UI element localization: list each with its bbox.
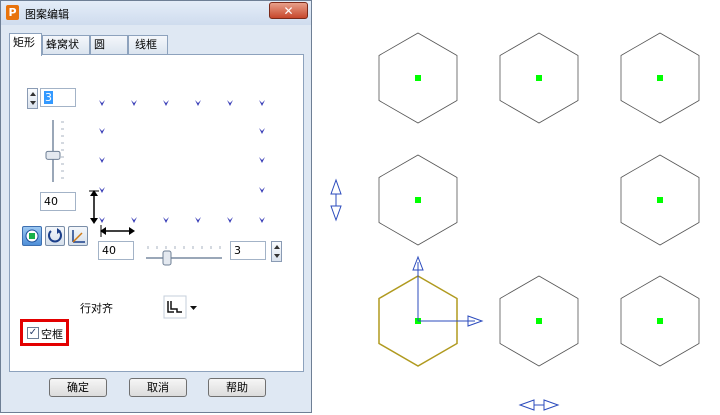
- hexagon-center-point[interactable]: [536, 318, 542, 324]
- pattern-marker: [99, 100, 105, 106]
- align-bottom-icon: [163, 295, 197, 319]
- rows-input[interactable]: 3: [40, 88, 76, 107]
- cancel-button[interactable]: 取消: [129, 378, 187, 397]
- mode-axes-button[interactable]: [68, 226, 88, 246]
- horizontal-double-arrow-icon: [100, 225, 135, 237]
- horizontal-resize-handle[interactable]: [518, 399, 560, 411]
- tab-circle[interactable]: 圆: [90, 35, 128, 54]
- rows-spinner[interactable]: [27, 88, 38, 109]
- mode-rotate-button[interactable]: [45, 226, 65, 246]
- title-bar[interactable]: P 图案编辑 ✕: [1, 1, 311, 25]
- pattern-marker: [99, 217, 105, 223]
- pattern-marker: [195, 100, 201, 106]
- help-button[interactable]: 帮助: [208, 378, 266, 397]
- square-target-icon: [25, 229, 39, 243]
- hexagon-center-point[interactable]: [657, 197, 663, 203]
- pattern-marker: [259, 187, 265, 193]
- pattern-marker: [259, 157, 265, 163]
- chevron-down-icon: [190, 306, 197, 310]
- row-spacing-slider[interactable]: [41, 116, 71, 186]
- vertical-resize-handle[interactable]: [330, 178, 342, 222]
- row-align-dropdown[interactable]: [163, 295, 201, 319]
- hexagon-center-point[interactable]: [657, 75, 663, 81]
- pattern-preview: [89, 100, 265, 237]
- pattern-marker: [259, 217, 265, 223]
- pattern-marker: [99, 157, 105, 163]
- hexagon-center-point[interactable]: [415, 197, 421, 203]
- hollow-frame-checkbox[interactable]: ✓: [27, 327, 39, 339]
- tab-rectangle[interactable]: 矩形: [9, 33, 42, 56]
- mode-square-button[interactable]: [22, 226, 42, 246]
- ok-button[interactable]: 确定: [49, 378, 107, 397]
- cols-input[interactable]: 3: [230, 241, 266, 260]
- col-spacing-input[interactable]: 40: [98, 241, 134, 260]
- rotate-icon: [48, 228, 62, 243]
- vertical-double-arrow-icon: [89, 190, 99, 224]
- row-spacing-slider-thumb[interactable]: [45, 150, 61, 160]
- preview-markers: [99, 100, 265, 223]
- close-button[interactable]: ✕: [269, 2, 308, 19]
- hexagon-center-point[interactable]: [536, 75, 542, 81]
- drawing-canvas[interactable]: [313, 0, 720, 415]
- move-axes-gizmo[interactable]: [412, 255, 484, 327]
- pattern-marker: [99, 187, 105, 193]
- cols-spinner[interactable]: [271, 241, 282, 262]
- hollow-frame-label: 空框: [41, 328, 63, 341]
- pattern-marker: [163, 217, 169, 223]
- hexagon-pattern: [378, 32, 700, 367]
- pattern-marker: [227, 100, 233, 106]
- pattern-marker: [131, 100, 137, 106]
- pattern-marker: [259, 128, 265, 134]
- tab-honeycomb[interactable]: 蜂窝状: [42, 35, 90, 54]
- pattern-marker: [131, 217, 137, 223]
- col-spacing-slider[interactable]: [144, 244, 224, 268]
- tab-wireframe[interactable]: 线框: [128, 35, 168, 54]
- app-logo-icon: P: [6, 5, 19, 20]
- pattern-marker: [195, 217, 201, 223]
- pattern-marker: [227, 217, 233, 223]
- pattern-marker: [163, 100, 169, 106]
- axes-icon: [72, 230, 85, 243]
- row-spacing-input[interactable]: 40: [40, 192, 76, 211]
- dialog-title: 图案编辑: [25, 8, 69, 21]
- hexagon-center-point[interactable]: [415, 75, 421, 81]
- pattern-edit-dialog: P 图案编辑 ✕ 矩形 蜂窝状 圆 线框 3 40 40 3 行对齐 ✓ 空框 …: [0, 0, 312, 413]
- col-spacing-slider-thumb[interactable]: [162, 250, 172, 266]
- pattern-marker: [259, 100, 265, 106]
- pattern-marker: [99, 128, 105, 134]
- hexagon-center-point[interactable]: [657, 318, 663, 324]
- row-align-label: 行对齐: [80, 302, 113, 315]
